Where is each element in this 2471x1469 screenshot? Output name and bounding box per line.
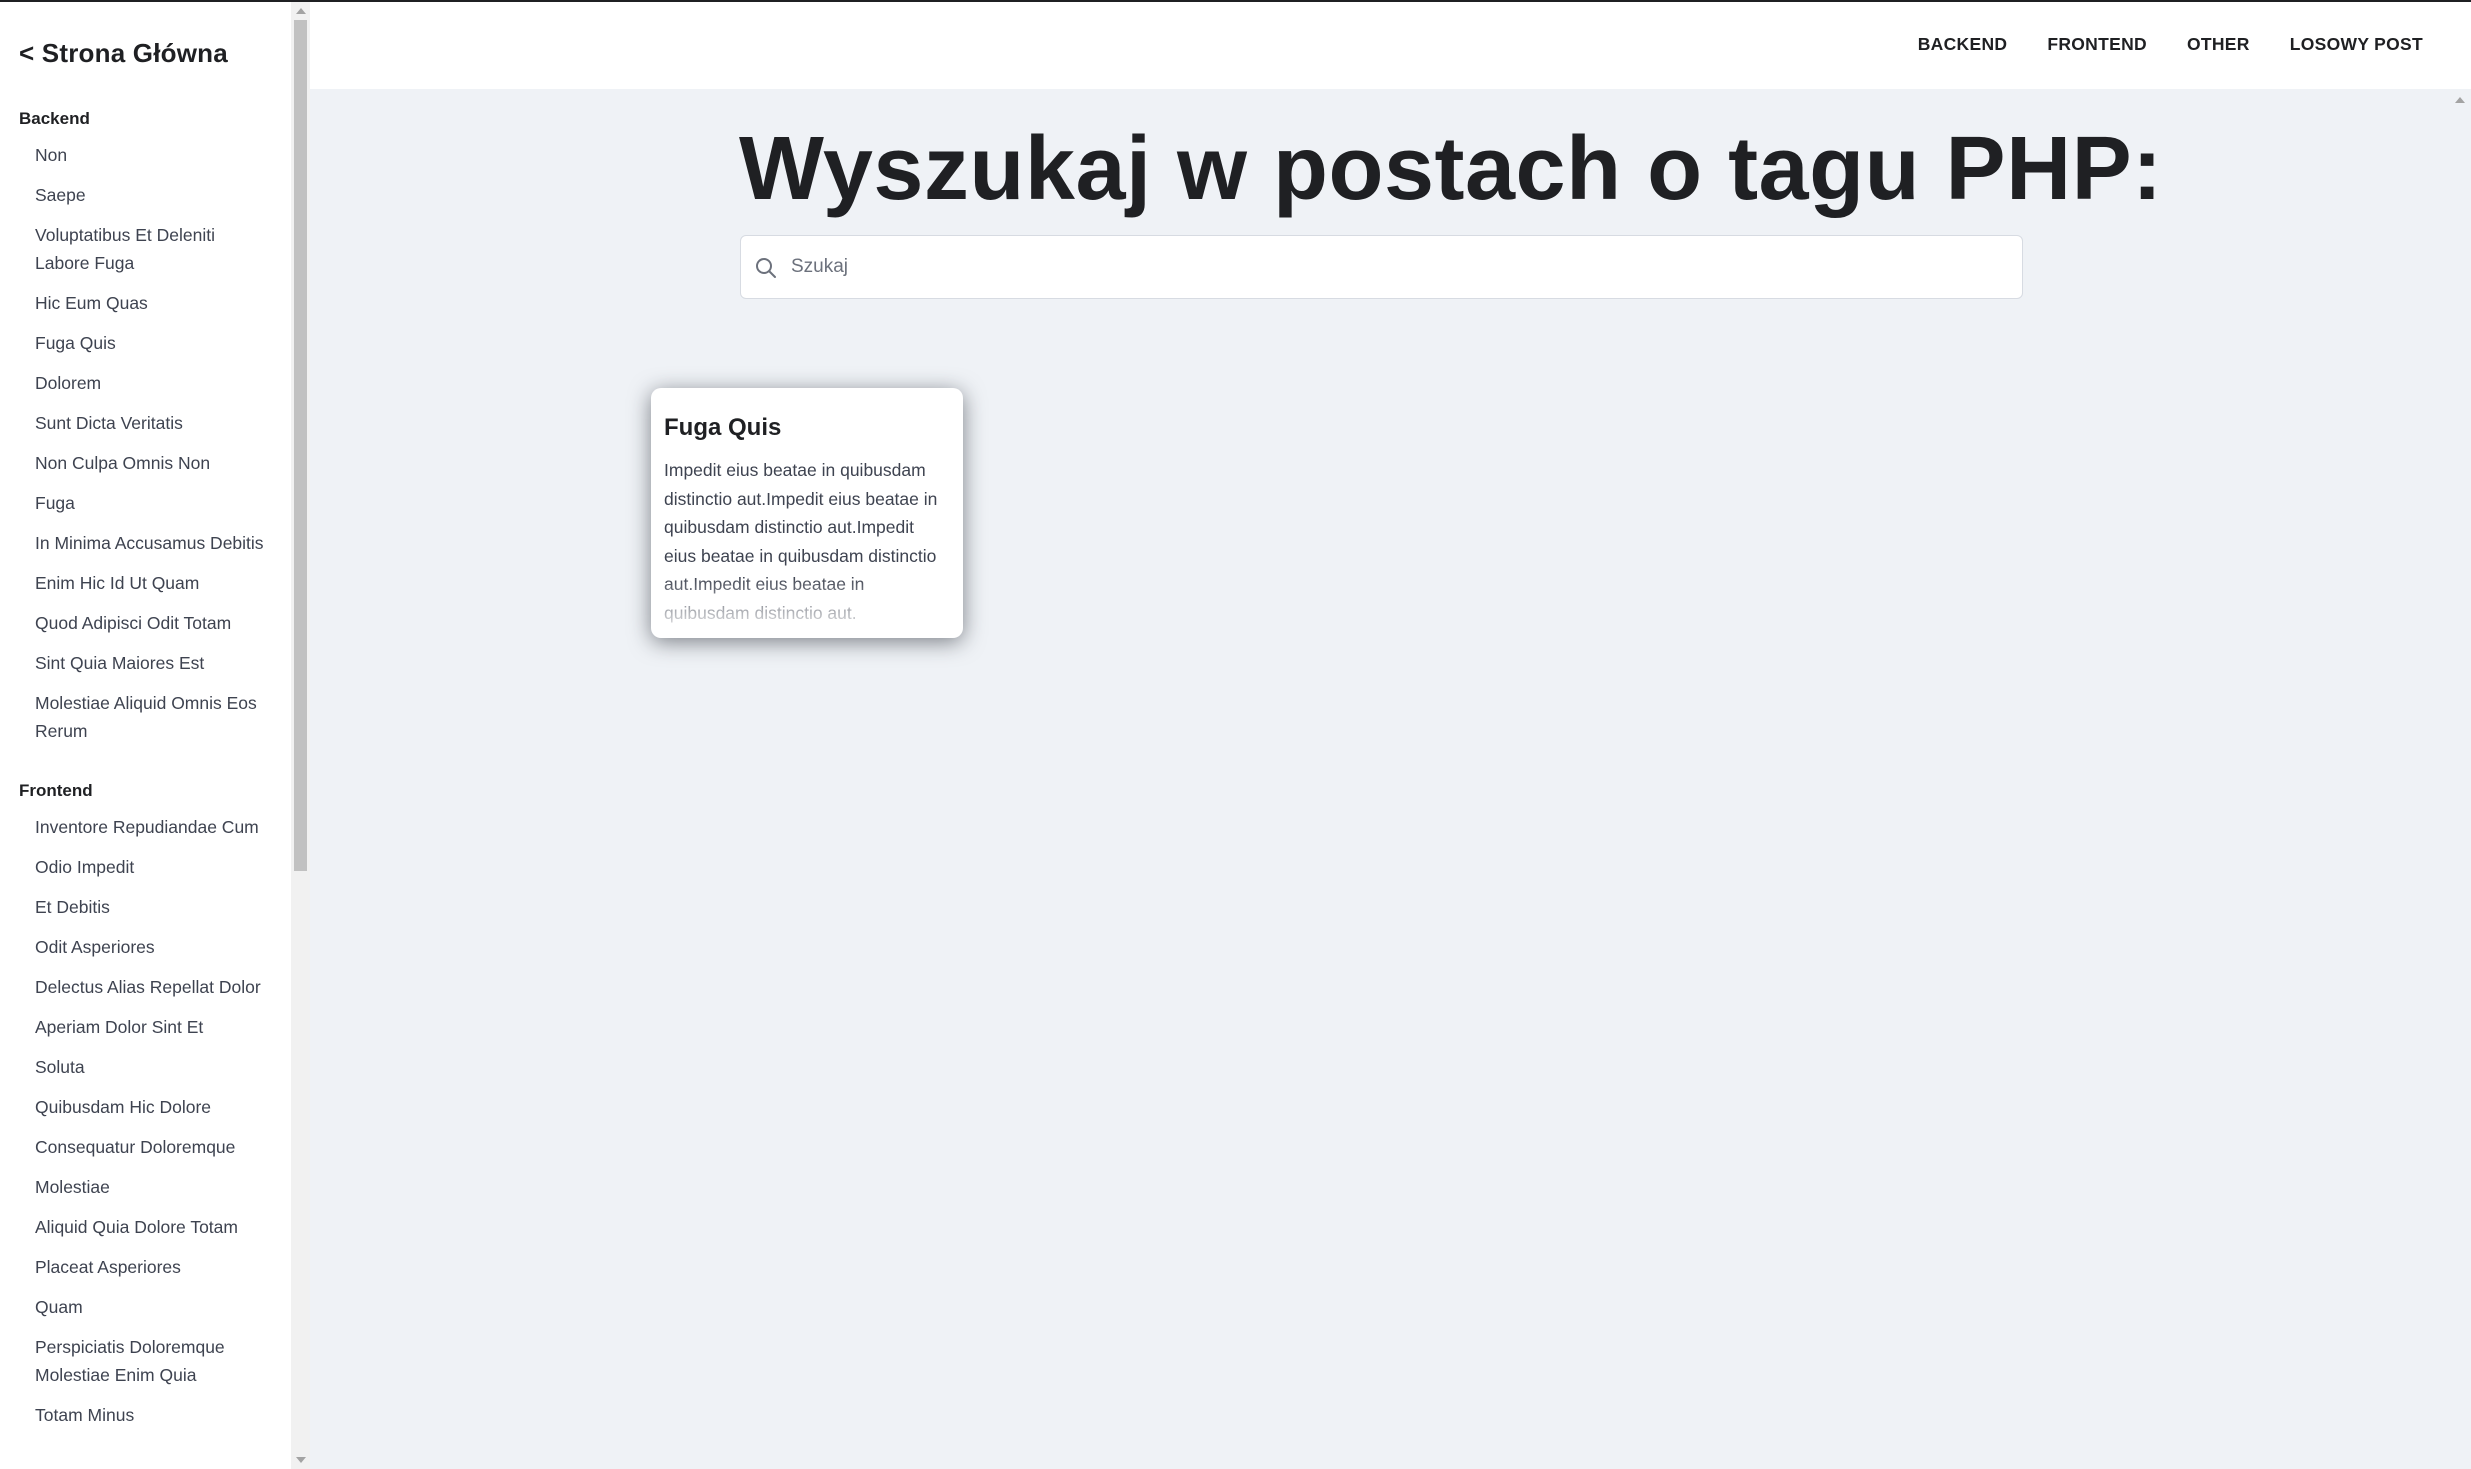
scroll-down-arrow-icon[interactable] [296,1457,306,1463]
sidebar-item-frontend[interactable]: Perspiciatis Doloremque Molestiae Enim Q… [35,1333,269,1389]
sidebar-section-frontend-title: Frontend [19,781,93,800]
sidebar-item-backend[interactable]: Saepe [35,181,269,209]
search-box [740,235,2023,299]
sidebar-item-backend[interactable]: Non [35,141,269,169]
sidebar-item-backend[interactable]: Fuga [35,489,269,517]
nav-random-post[interactable]: LOSOWY POST [2290,34,2423,55]
scroll-up-arrow-icon[interactable] [296,8,306,14]
sidebar-list-backend: Non Saepe Voluptatibus Et Deleniti Labore … [19,141,269,745]
sidebar-item-frontend[interactable]: Inventore Repudiandae Cum [35,813,269,841]
post-card[interactable]: Fuga Quis Impedit eius beatae in quibusd… [651,388,963,638]
nav-backend[interactable]: BACKEND [1918,34,2008,55]
sidebar-item-frontend[interactable]: Aliquid Quia Dolore Totam [35,1213,269,1241]
sidebar-section-backend-title: Backend [19,109,90,128]
sidebar-item-frontend[interactable]: Placeat Asperiores [35,1253,269,1281]
sidebar-item-backend[interactable]: Non Culpa Omnis Non [35,449,269,477]
sidebar-item-frontend[interactable]: Quam [35,1293,269,1321]
sidebar-item-frontend[interactable]: Molestiae [35,1173,269,1201]
nav-frontend[interactable]: FRONTEND [2047,34,2147,55]
sidebar-item-backend[interactable]: In Minima Accusamus Debitis [35,529,269,557]
sidebar-item-frontend[interactable]: Et Debitis [35,893,269,921]
sidebar-item-frontend[interactable]: Aperiam Dolor Sint Et [35,1013,269,1041]
scrollbar-thumb[interactable] [294,20,307,871]
sidebar-item-backend[interactable]: Molestiae Aliquid Omnis Eos Rerum [35,689,269,745]
search-icon [754,256,778,280]
sidebar-item-backend[interactable]: Sunt Dicta Veritatis [35,409,269,437]
top-nav: BACKEND FRONTEND OTHER LOSOWY POST [1918,34,2423,55]
sidebar-item-frontend[interactable]: Odit Asperiores [35,933,269,961]
sidebar-item-frontend[interactable]: Quibusdam Hic Dolore [35,1093,269,1121]
sidebar-item-backend[interactable]: Sint Quia Maiores Est [35,649,269,677]
sidebar-scrollbar[interactable] [291,2,310,1469]
sidebar-list-frontend: Inventore Repudiandae Cum Odio Impedit Et … [19,813,269,1429]
sidebar-item-frontend[interactable]: Odio Impedit [35,853,269,881]
page-scroll-up-arrow-icon[interactable] [2455,97,2465,103]
page-title: Wyszukaj w postach o tagu PHP: [739,119,2163,219]
search-input[interactable] [791,236,2011,298]
back-to-home-link[interactable]: < Strona Główna [19,38,291,69]
sidebar-item-frontend[interactable]: Delectus Alias Repellat Dolor [35,973,269,1001]
nav-other[interactable]: OTHER [2187,34,2250,55]
sidebar-item-backend[interactable]: Enim Hic Id Ut Quam [35,569,269,597]
sidebar-item-backend[interactable]: Fuga Quis [35,329,269,357]
post-card-excerpt: Impedit eius beatae in quibusdam distinc… [664,460,938,623]
post-card-title: Fuga Quis [664,414,782,441]
sidebar-item-backend[interactable]: Hic Eum Quas [35,289,269,317]
sidebar-item-frontend[interactable]: Consequatur Doloremque [35,1133,269,1161]
sidebar: < Strona Główna Backend Non Saepe Voluptat… [0,2,291,1469]
sidebar-item-backend[interactable]: Quod Adipisci Odit Totam [35,609,269,637]
top-header: BACKEND FRONTEND OTHER LOSOWY POST [310,2,2471,89]
top-border [0,0,2471,2]
sidebar-item-frontend[interactable]: Totam Minus [35,1401,269,1429]
sidebar-item-backend[interactable]: Dolorem [35,369,269,397]
sidebar-item-backend[interactable]: Voluptatibus Et Deleniti Labore Fuga [35,221,269,277]
sidebar-item-frontend[interactable]: Soluta [35,1053,269,1081]
